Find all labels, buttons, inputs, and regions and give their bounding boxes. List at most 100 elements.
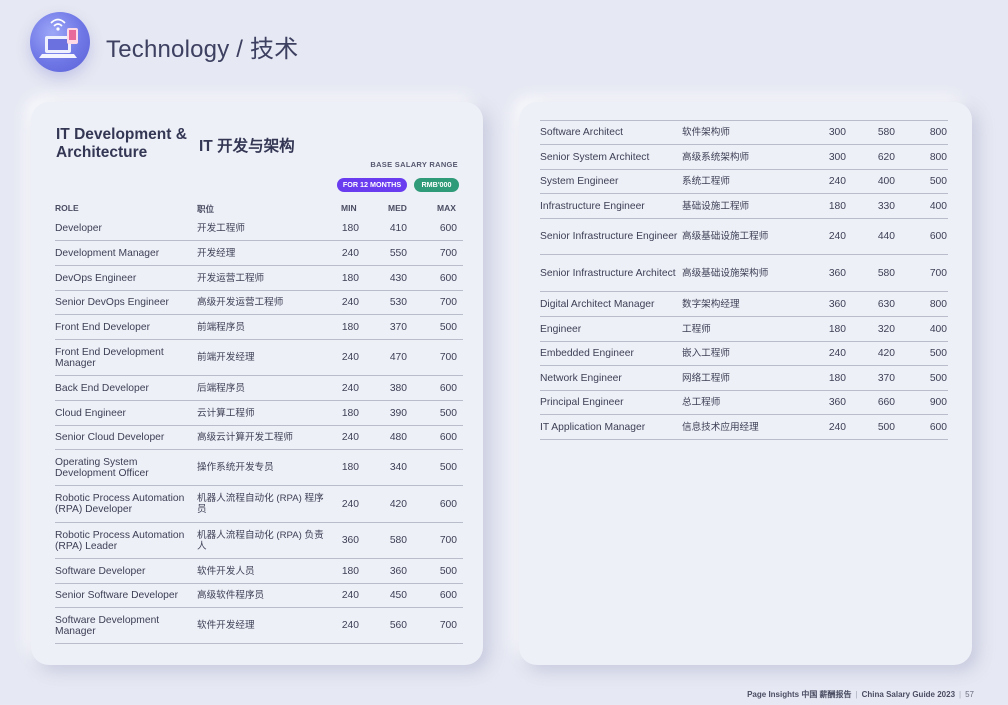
salary-min: 240 xyxy=(341,432,359,443)
table-row: Embedded Engineer 嵌入工程师 240 420 500 xyxy=(540,342,948,366)
salary-max: 800 xyxy=(929,151,947,163)
role-cn: 信息技术应用经理 xyxy=(682,421,759,433)
salary-med: 400 xyxy=(877,176,895,187)
section-title-cn: IT 开发与架构 xyxy=(199,138,295,155)
salary-max: 600 xyxy=(439,272,457,284)
salary-med: 380 xyxy=(389,382,407,394)
salary-med: 370 xyxy=(389,321,407,333)
salary-min: 180 xyxy=(341,407,359,419)
salary-range-label: BASE SALARY RANGE xyxy=(370,160,458,169)
salary-max: 500 xyxy=(929,372,947,384)
role-en: Developer xyxy=(55,223,102,234)
salary-min: 360 xyxy=(828,267,846,279)
salary-med: 420 xyxy=(877,348,895,359)
role-cn: 机器人流程自动化 (RPA) 程序员 xyxy=(197,493,324,515)
role-cn: 开发运营工程师 xyxy=(197,272,265,284)
salary-min: 180 xyxy=(828,372,846,384)
table-row: Senior DevOps Engineer 高级开发运营工程师 240 530 700 xyxy=(55,291,463,315)
salary-min: 240 xyxy=(341,352,359,363)
salary-min: 180 xyxy=(341,223,359,234)
salary-med: 530 xyxy=(389,297,407,308)
role-en: Embedded Engineer xyxy=(540,348,634,359)
role-cn: 开发经理 xyxy=(197,247,236,259)
table-row: IT Application Manager 信息技术应用经理 240 500 600 xyxy=(540,415,948,440)
salary-med: 360 xyxy=(389,565,407,577)
role-cn: 前端程序员 xyxy=(197,321,245,333)
months-badge: FOR 12 MONTHS xyxy=(337,178,407,192)
role-cn: 高级软件程序员 xyxy=(197,590,265,601)
role-en: Senior Software Developer xyxy=(55,590,179,601)
salary-card-left: IT Development & Architecture IT 开发与架构 B… xyxy=(31,102,483,665)
currency-badge: RMB'000 xyxy=(414,178,459,192)
salary-med: 420 xyxy=(389,498,407,510)
role-en: Front End Developer xyxy=(55,321,151,333)
salary-med: 560 xyxy=(389,620,407,631)
role-en: Operating System Development Officer xyxy=(55,456,149,479)
table-row: Front End Developer 前端程序员 180 370 500 xyxy=(55,315,463,340)
table-row: Principal Engineer 总工程师 360 660 900 xyxy=(540,391,948,415)
role-en: System Engineer xyxy=(540,176,619,187)
salary-med: 410 xyxy=(389,223,407,234)
table-row: Developer 开发工程师 180 410 600 xyxy=(55,217,463,241)
salary-med: 320 xyxy=(877,323,895,335)
salary-max: 400 xyxy=(929,323,947,335)
table-row: Operating System Development Officer 操作系统… xyxy=(55,450,463,486)
role-cn: 高级基础设施工程师 xyxy=(682,231,769,242)
salary-med: 620 xyxy=(877,151,895,163)
table-row: Network Engineer 网络工程师 180 370 500 xyxy=(540,366,948,391)
role-cn: 高级基础设施架构师 xyxy=(682,267,769,279)
salary-min: 180 xyxy=(828,323,846,335)
role-cn: 软件开发经理 xyxy=(197,620,255,631)
role-cn: 工程师 xyxy=(682,323,711,335)
role-en: DevOps Engineer xyxy=(55,272,137,284)
salary-min: 240 xyxy=(828,421,846,433)
salary-max: 700 xyxy=(439,297,457,308)
salary-max: 800 xyxy=(929,298,947,310)
salary-max: 600 xyxy=(439,382,457,394)
salary-card-right: Software Architect 软件架构师 300 580 800 Senior S… xyxy=(519,102,972,665)
section-title-en: IT Development & Architecture xyxy=(56,126,187,161)
salary-med: 390 xyxy=(389,407,407,419)
table-row: Software Development Manager 软件开发经理 240 560… xyxy=(55,608,463,644)
salary-med: 430 xyxy=(389,272,407,284)
role-en: Senior System Architect xyxy=(540,151,650,163)
column-header-min: MIN xyxy=(341,203,357,213)
salary-med: 450 xyxy=(389,590,407,601)
role-en: Robotic Process Automation (RPA) Leader xyxy=(55,529,185,552)
page-footer: Page Insights 中国 薪酬报告 | China Salary Guide… xyxy=(747,690,974,699)
role-cn: 软件架构师 xyxy=(682,127,730,138)
salary-max: 700 xyxy=(439,247,457,259)
salary-min: 240 xyxy=(341,247,359,259)
salary-max: 500 xyxy=(929,348,947,359)
salary-max: 500 xyxy=(439,462,457,473)
table-row: Senior Cloud Developer 高级云计算开发工程师 240 480 60… xyxy=(55,426,463,450)
salary-min: 240 xyxy=(341,620,359,631)
salary-med: 500 xyxy=(877,421,895,433)
role-cn: 云计算工程师 xyxy=(197,407,255,419)
salary-max: 700 xyxy=(439,535,457,546)
table-row: Software Architect 软件架构师 300 580 800 xyxy=(540,121,948,145)
column-header-role: ROLE xyxy=(55,203,79,213)
salary-min: 300 xyxy=(828,151,846,163)
salary-min: 240 xyxy=(341,498,359,510)
table-row: Senior Infrastructure Architect 高级基础设施架构师… xyxy=(540,255,948,292)
salary-max: 900 xyxy=(929,397,947,408)
footer-guide: China Salary Guide 2023 xyxy=(861,690,956,699)
table-row: Digital Architect Manager 数字架构经理 360 630 800 xyxy=(540,292,948,317)
page-title: Technology / 技术 xyxy=(106,36,299,63)
salary-med: 580 xyxy=(389,535,407,546)
salary-min: 240 xyxy=(341,382,359,394)
salary-max: 600 xyxy=(929,421,947,433)
role-en: Software Development Manager xyxy=(55,614,160,637)
role-en: Senior Infrastructure Engineer xyxy=(540,231,678,242)
footer-brand: Page Insights 中国 薪酬报告 xyxy=(747,690,852,699)
salary-med: 660 xyxy=(877,397,895,408)
salary-min: 240 xyxy=(828,176,846,187)
salary-min: 240 xyxy=(341,297,359,308)
table-row: Senior Software Developer 高级软件程序员 240 450 60… xyxy=(55,584,463,608)
salary-min: 180 xyxy=(341,565,359,577)
salary-min: 240 xyxy=(828,348,846,359)
table-row: Robotic Process Automation (RPA) Develop… xyxy=(55,486,463,523)
salary-max: 500 xyxy=(929,176,947,187)
salary-max: 700 xyxy=(439,620,457,631)
